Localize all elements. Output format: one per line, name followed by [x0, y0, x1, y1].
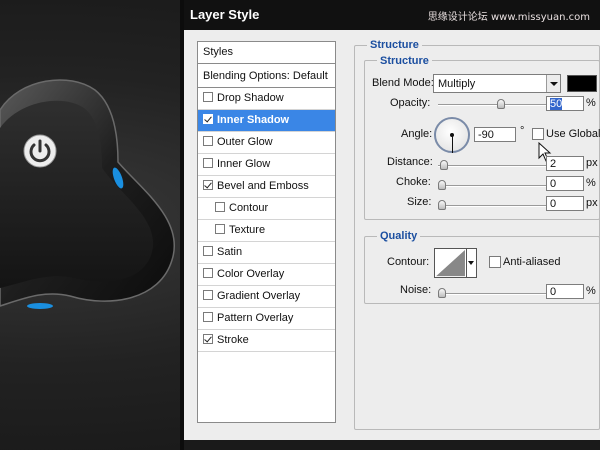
- style-checkbox[interactable]: [215, 202, 225, 212]
- style-checkbox[interactable]: [203, 246, 213, 256]
- watermark: 思缘设计论坛 www.missyuan.com: [427, 12, 590, 23]
- style-item-contour[interactable]: Contour: [198, 198, 335, 220]
- size-input[interactable]: 0: [546, 196, 584, 211]
- contour-dropdown-arrow[interactable]: [467, 248, 477, 278]
- angle-label: Angle:: [401, 128, 433, 140]
- noise-input[interactable]: 0: [546, 284, 584, 299]
- style-item-texture[interactable]: Texture: [198, 220, 335, 242]
- chevron-down-icon: [546, 75, 560, 92]
- style-item-label: Bevel and Emboss: [217, 180, 309, 192]
- blend-mode-select[interactable]: Multiply: [433, 74, 561, 93]
- style-item-label: Satin: [217, 246, 243, 258]
- style-item-label: Color Overlay: [217, 268, 285, 280]
- style-item-stroke[interactable]: Stroke: [198, 330, 335, 352]
- distance-unit: px: [586, 157, 598, 169]
- size-label: Size:: [407, 196, 432, 208]
- style-item-label: Stroke: [217, 334, 249, 346]
- angle-dial[interactable]: [434, 117, 470, 153]
- opacity-unit: %: [586, 97, 596, 109]
- style-item-label: Texture: [229, 224, 266, 236]
- choke-label: Choke:: [396, 176, 431, 188]
- style-item-pattern-overlay[interactable]: Pattern Overlay: [198, 308, 335, 330]
- dialog-bottom-edge: [184, 440, 600, 450]
- blend-mode-value: Multiply: [438, 78, 476, 90]
- style-item-label: Inner Glow: [217, 158, 271, 170]
- noise-slider-thumb[interactable]: [438, 288, 446, 298]
- global-light-checkbox[interactable]: [532, 128, 544, 140]
- angle-center: [450, 133, 454, 137]
- styles-list: Styles Blending Options: Default Drop Sh…: [197, 41, 336, 423]
- contour-preview[interactable]: [434, 248, 467, 278]
- power-icon: [23, 134, 57, 168]
- noise-label: Noise:: [400, 284, 432, 296]
- distance-label: Distance:: [387, 156, 433, 168]
- choke-unit: %: [586, 177, 596, 189]
- style-checkbox[interactable]: [203, 158, 213, 168]
- angle-needle: [452, 135, 453, 153]
- style-checkbox[interactable]: [203, 268, 213, 278]
- contour-label: Contour:: [387, 256, 430, 268]
- style-item-outer-glow[interactable]: Outer Glow: [198, 132, 335, 154]
- size-slider-thumb[interactable]: [438, 200, 446, 210]
- style-checkbox[interactable]: [203, 114, 213, 124]
- angle-input[interactable]: -90: [474, 127, 516, 142]
- shadow-color-swatch[interactable]: [567, 75, 597, 92]
- style-item-label: Drop Shadow: [217, 92, 284, 104]
- style-item-label: Outer Glow: [217, 136, 273, 148]
- distance-slider-thumb[interactable]: [440, 160, 449, 170]
- choke-slider-thumb[interactable]: [438, 180, 446, 190]
- style-item-label: Contour: [229, 202, 269, 214]
- style-item-drop-shadow[interactable]: Drop Shadow: [198, 88, 335, 110]
- style-checkbox[interactable]: [203, 290, 213, 300]
- layer-style-dialog: Layer Style 思缘设计论坛 www.missyuan.com Styl…: [180, 0, 600, 450]
- dialog-body: Styles Blending Options: Default Drop Sh…: [184, 30, 600, 440]
- opacity-label: Opacity:: [390, 97, 431, 109]
- global-light-label: Use Global Li: [546, 128, 600, 140]
- style-item-label: Inner Shadow: [217, 114, 290, 126]
- styles-header[interactable]: Styles: [198, 42, 335, 64]
- style-item-bevel-and-emboss[interactable]: Bevel and Emboss: [198, 176, 335, 198]
- opacity-slider-thumb[interactable]: [497, 99, 505, 109]
- choke-input[interactable]: 0: [546, 176, 584, 191]
- style-item-color-overlay[interactable]: Color Overlay: [198, 264, 335, 286]
- blending-options[interactable]: Blending Options: Default: [198, 64, 335, 88]
- size-unit: px: [586, 197, 598, 209]
- anti-aliased-label: Anti-aliased: [503, 256, 561, 268]
- angle-unit: °: [520, 125, 525, 137]
- style-checkbox[interactable]: [203, 334, 213, 344]
- style-item-label: Gradient Overlay: [217, 290, 301, 302]
- quality-title: Quality: [377, 230, 421, 242]
- style-item-inner-shadow[interactable]: Inner Shadow: [198, 110, 335, 132]
- style-checkbox[interactable]: [203, 92, 213, 102]
- opacity-input[interactable]: 50: [546, 96, 584, 111]
- style-item-inner-glow[interactable]: Inner Glow: [198, 154, 335, 176]
- style-item-label: Pattern Overlay: [217, 312, 294, 324]
- structure-title: Structure: [377, 55, 432, 67]
- distance-input[interactable]: 2: [546, 156, 584, 171]
- noise-unit: %: [586, 285, 596, 297]
- power-button-device: [0, 79, 175, 309]
- style-checkbox[interactable]: [215, 224, 225, 234]
- style-item-satin[interactable]: Satin: [198, 242, 335, 264]
- style-checkbox[interactable]: [203, 180, 213, 190]
- style-checkbox[interactable]: [203, 312, 213, 322]
- style-item-gradient-overlay[interactable]: Gradient Overlay: [198, 286, 335, 308]
- anti-aliased-checkbox[interactable]: [489, 256, 501, 268]
- blend-mode-label: Blend Mode:: [372, 77, 434, 89]
- style-checkbox[interactable]: [203, 136, 213, 146]
- inner-shadow-title: Structure: [367, 39, 422, 51]
